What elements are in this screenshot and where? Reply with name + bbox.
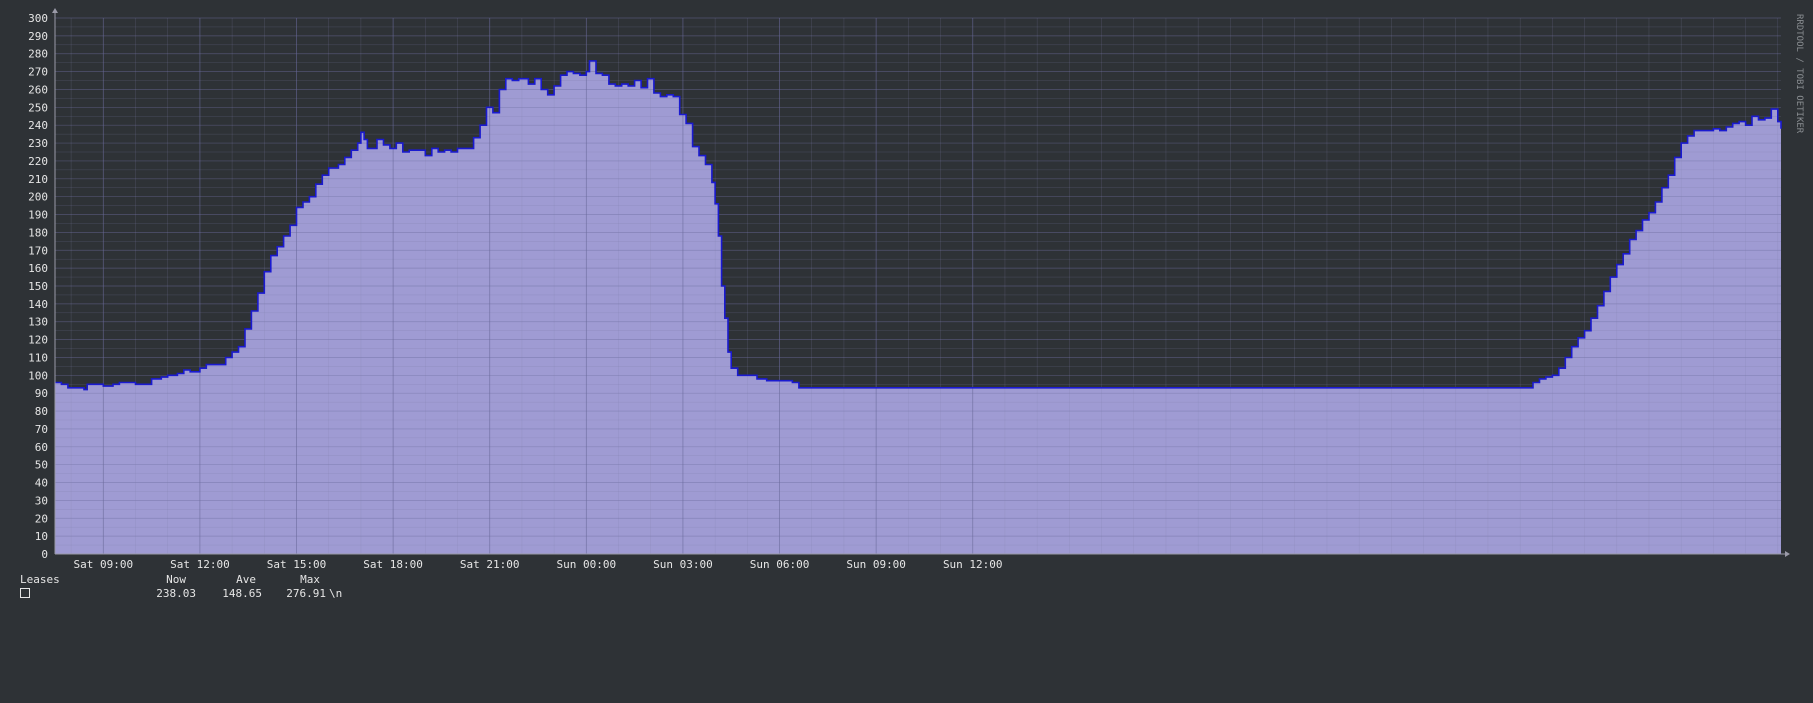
legend: Leases Now Ave Max 238.03 148.65 276.91 … (20, 573, 342, 703)
x-tick-label: Sat 09:00 (73, 558, 133, 571)
x-axis-arrow (1785, 551, 1790, 557)
y-tick-label: 240 (28, 119, 48, 132)
y-tick-label: 300 (28, 12, 48, 25)
leases-area-chart: 0 10 20 30 40 50 60 70 80 90 100 110 120 130 140 150 160… (28, 8, 1804, 571)
x-tick-label: Sun 09:00 (846, 558, 906, 571)
x-tick-label: Sat 12:00 (170, 558, 230, 571)
legend-swatch (20, 588, 30, 598)
y-tick-label: 80 (35, 405, 48, 418)
y-tick-label: 270 (28, 66, 48, 79)
y-tick-label: 90 (35, 387, 48, 400)
y-tick-label: 30 (35, 494, 48, 507)
legend-value-ave: 148.65 (222, 587, 262, 600)
y-tick-label: 290 (28, 30, 48, 43)
y-tick-label: 120 (28, 334, 48, 347)
legend-value-max: 276.91 (286, 587, 326, 600)
legend-header-now: Now (166, 573, 186, 586)
y-tick-label: 280 (28, 48, 48, 61)
y-tick-label: 10 (35, 530, 48, 543)
y-tick-label: 150 (28, 280, 48, 293)
y-tick-label: 0 (41, 548, 48, 561)
x-tick-label: Sun 06:00 (750, 558, 810, 571)
y-tick-label: 50 (35, 459, 48, 472)
legend-value-now: 238.03 (156, 587, 196, 600)
y-tick-label: 170 (28, 244, 48, 257)
legend-trailing: \n (329, 587, 343, 600)
x-tick-label: Sun 00:00 (557, 558, 617, 571)
y-tick-label: 140 (28, 298, 48, 311)
y-tick-label: 210 (28, 173, 48, 186)
watermark: RRDTOOL / TOBI OETIKER (1794, 14, 1804, 134)
y-tick-label: 60 (35, 441, 48, 454)
y-tick-label: 110 (28, 351, 48, 364)
y-tick-label: 130 (28, 316, 48, 329)
y-tick-label: 250 (28, 101, 48, 114)
y-tick-label: 230 (28, 137, 48, 150)
x-tick-label: Sat 21:00 (460, 558, 520, 571)
x-tick-label: Sun 03:00 (653, 558, 713, 571)
y-tick-label: 160 (28, 262, 48, 275)
y-axis-arrow (52, 8, 58, 13)
legend-header-max: Max (300, 573, 320, 586)
y-tick-label: 20 (35, 512, 48, 525)
x-tick-label: Sat 18:00 (363, 558, 423, 571)
y-tick-label: 40 (35, 477, 48, 490)
legend-series-name: Leases (20, 573, 60, 586)
y-tick-label: 200 (28, 191, 48, 204)
x-tick-label: Sun 12:00 (943, 558, 1003, 571)
y-tick-label: 180 (28, 226, 48, 239)
x-tick-label: Sat 15:00 (267, 558, 327, 571)
grid-layer (55, 17, 1781, 555)
y-tick-label: 100 (28, 369, 48, 382)
y-tick-label: 220 (28, 155, 48, 168)
y-tick-label: 70 (35, 423, 48, 436)
y-tick-label: 190 (28, 209, 48, 222)
y-tick-label: 260 (28, 83, 48, 96)
legend-header-ave: Ave (236, 573, 256, 586)
